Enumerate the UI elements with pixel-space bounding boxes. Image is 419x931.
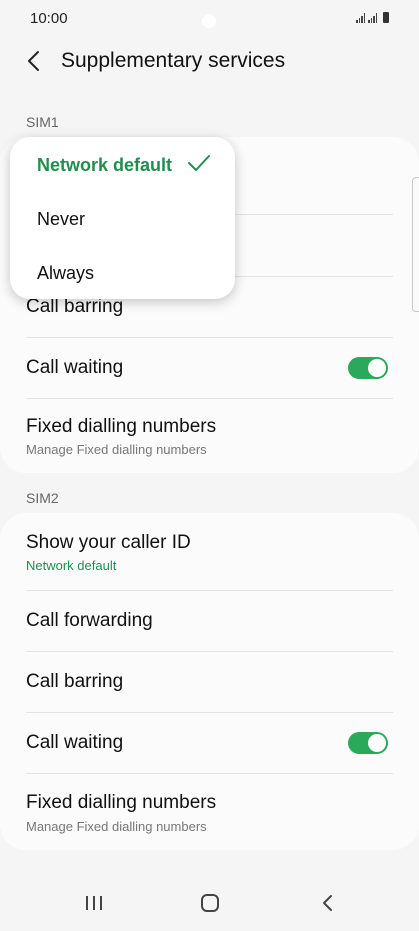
row-title: Fixed dialling numbers [26,792,217,813]
sim1-fixed-dialling-row[interactable]: Fixed dialling numbers Manage Fixed dial… [0,399,419,473]
sim2-section-label: SIM2 [26,490,59,506]
sim1-call-waiting-row[interactable]: Call waiting [0,338,419,398]
status-bar: 10:00 [0,0,419,36]
row-title: Fixed dialling numbers [26,416,217,437]
row-subtitle: Manage Fixed dialling numbers [26,819,207,834]
status-icons [356,11,389,23]
dropdown-option-network-default[interactable]: Network default [10,137,235,191]
scrollbar[interactable] [412,177,419,312]
recent-apps-button[interactable] [84,894,104,917]
navigation-bar [0,870,419,931]
signal-icon [368,13,377,23]
dropdown-option-label: Never [37,209,86,229]
sim2-caller-id-row[interactable]: Show your caller ID Network default [0,513,419,590]
status-time: 10:00 [30,10,68,27]
dropdown-option-label: Always [37,263,95,283]
home-icon [201,894,219,912]
row-title: Call barring [26,671,124,692]
app-header: Supplementary services [0,40,419,82]
sim2-fixed-dialling-row[interactable]: Fixed dialling numbers Manage Fixed dial… [0,774,419,850]
row-title: Call waiting [26,732,124,753]
toggle-knob [368,359,386,377]
dropdown-option-never[interactable]: Never [10,191,235,245]
sim2-call-barring-row[interactable]: Call barring [0,652,419,712]
dropdown-option-always[interactable]: Always [10,245,235,299]
sim1-call-waiting-toggle[interactable] [348,357,388,379]
row-subtitle: Manage Fixed dialling numbers [26,442,207,457]
sim2-call-waiting-toggle[interactable] [348,732,388,754]
nav-back-button[interactable] [318,894,338,917]
camera-cutout [202,14,216,28]
battery-icon [383,12,389,23]
toggle-knob [368,734,386,752]
sim2-call-forwarding-row[interactable]: Call forwarding [0,591,419,651]
page-title: Supplementary services [61,49,286,72]
row-title: Call waiting [26,357,124,378]
home-button[interactable] [200,894,220,917]
nav-back-icon [323,895,332,911]
row-title: Show your caller ID [26,532,191,553]
row-subtitle: Network default [26,558,117,573]
recent-apps-icon [86,896,102,910]
sim1-section-label: SIM1 [26,114,59,130]
signal-icon [356,13,365,23]
dropdown-option-label: Network default [37,155,173,175]
caller-id-dropdown: Network default Never Always [10,137,235,299]
sim2-call-waiting-row[interactable]: Call waiting [0,713,419,773]
row-title: Call forwarding [26,610,153,631]
back-arrow-icon [28,51,39,71]
sim2-card: Show your caller ID Network default Call… [0,513,419,850]
back-button[interactable] [22,46,48,76]
row-title: Call barring [26,296,124,317]
checkmark-icon [188,155,210,171]
